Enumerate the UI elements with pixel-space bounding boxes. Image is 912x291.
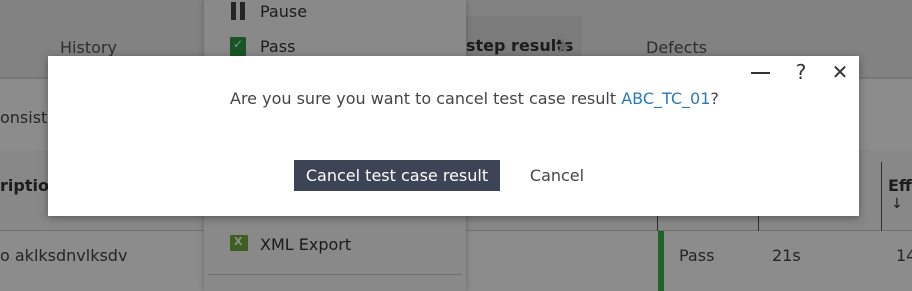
confirm-dialog: ? ✕ Are you sure you want to cancel test…: [48, 56, 859, 216]
help-icon[interactable]: ?: [788, 60, 814, 84]
test-case-link[interactable]: ABC_TC_01: [621, 89, 710, 108]
close-icon[interactable]: ✕: [827, 60, 853, 84]
cancel-button[interactable]: Cancel: [518, 160, 596, 191]
cancel-test-case-result-button[interactable]: Cancel test case result: [294, 160, 500, 191]
confirm-message: Are you sure you want to cancel test cas…: [230, 89, 719, 108]
message-suffix: ?: [710, 89, 719, 108]
message-prefix: Are you sure you want to cancel test cas…: [230, 89, 622, 108]
minimize-icon[interactable]: [748, 60, 774, 84]
